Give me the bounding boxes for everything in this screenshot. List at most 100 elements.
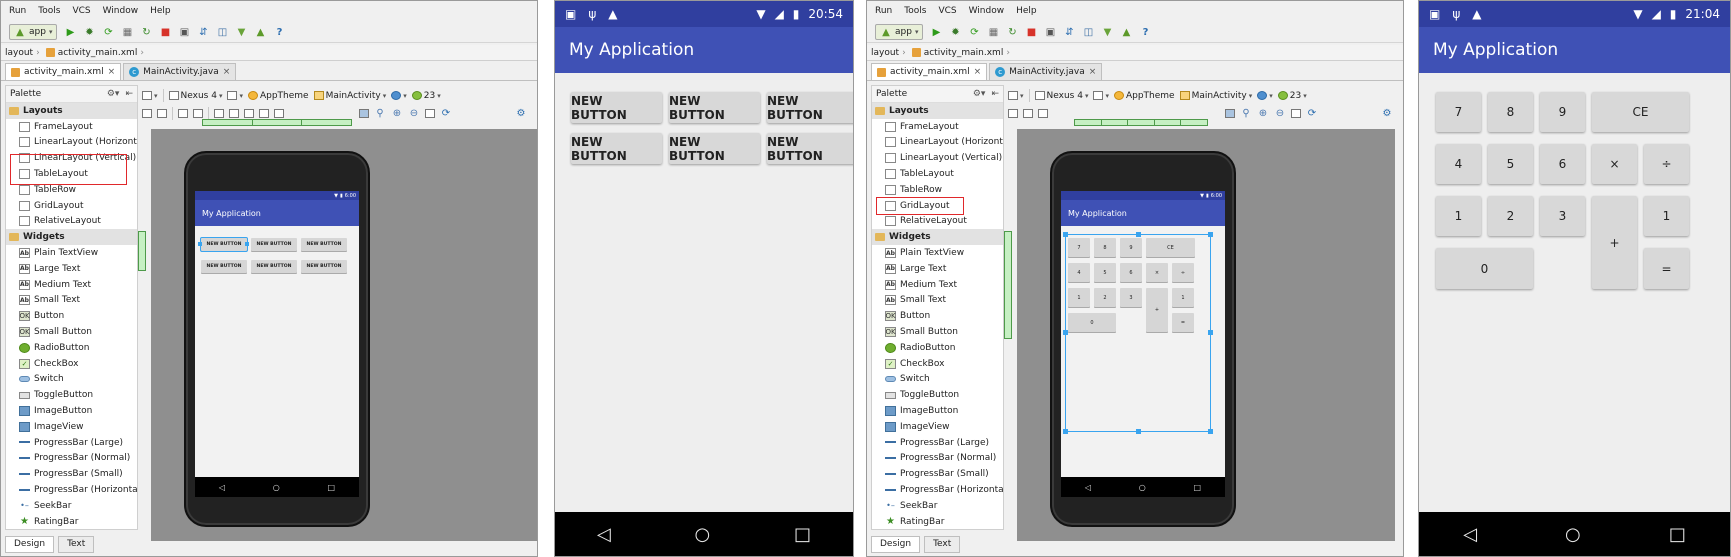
align-right-icon[interactable] (244, 109, 254, 118)
palette-group[interactable]: Layouts (872, 103, 1003, 119)
apply-changes-icon[interactable]: ↻ (1006, 26, 1018, 38)
select-icon[interactable] (359, 109, 369, 118)
back-icon[interactable]: ◁ (597, 524, 611, 545)
palette-item[interactable]: TableRow (872, 182, 1003, 198)
sync-icon[interactable]: ⇵ (197, 26, 209, 38)
selection-handle[interactable] (1063, 429, 1068, 434)
calc-key-1-right[interactable]: 1 (1644, 196, 1689, 236)
calc-key-2[interactable]: 2 (1488, 196, 1533, 236)
palette-item[interactable]: Ab Plain TextView (872, 245, 1003, 261)
menu-window[interactable]: Window (103, 6, 139, 16)
palette-item[interactable]: OK Small Button (872, 324, 1003, 340)
palette-item[interactable]: ★ RatingBar (872, 514, 1003, 529)
calc-key-plus[interactable]: + (1592, 196, 1637, 289)
actual-size-icon[interactable] (425, 109, 435, 118)
breadcrumb-file[interactable]: activity_main.xml › (45, 48, 144, 58)
menu-run[interactable]: Run (9, 6, 26, 16)
preview-button[interactable]: NEW BUTTON (200, 237, 248, 252)
sdk-manager-icon[interactable]: ▼ (235, 26, 247, 38)
gear-icon[interactable]: ⚙▾ (973, 89, 986, 99)
palette-item[interactable]: ImageView (6, 419, 137, 435)
run-icon[interactable]: ▶ (930, 26, 942, 38)
zoom-in-icon[interactable]: ⊕ (391, 108, 403, 120)
palette-item[interactable]: RadioButton (872, 340, 1003, 356)
palette-item[interactable]: OK Button (6, 308, 137, 324)
device-dropdown[interactable]: Nexus 4 ▾ (1034, 91, 1088, 101)
selection-handle[interactable] (1136, 232, 1141, 237)
tab-main-activity[interactable]: c MainActivity.java × (123, 63, 237, 80)
palette-item[interactable]: ProgressBar (Small) (872, 466, 1003, 482)
stop-icon[interactable]: ■ (159, 26, 171, 38)
palette-item[interactable]: LinearLayout (Horizontal) (6, 135, 137, 151)
preview-button[interactable]: NEW BUTTON (201, 260, 247, 273)
palette-item[interactable]: •– SeekBar (6, 498, 137, 514)
select-icon[interactable] (1225, 109, 1235, 118)
new-button[interactable]: NEW BUTTON (571, 92, 662, 123)
debug-icon[interactable]: ✹ (83, 26, 95, 38)
palette-item[interactable]: ProgressBar (Large) (872, 435, 1003, 451)
palette-item[interactable]: Ab Plain TextView (6, 245, 137, 261)
tab-activity-main[interactable]: activity_main.xml × (871, 63, 988, 80)
palette-item[interactable]: ProgressBar (Large) (6, 435, 137, 451)
run-icon[interactable]: ▶ (64, 26, 76, 38)
zoom-fit-icon[interactable]: ⚲ (374, 108, 386, 120)
selection-handle[interactable] (1208, 429, 1213, 434)
palette-item[interactable]: ✓ CheckBox (872, 356, 1003, 372)
gear-icon[interactable]: ⚙▾ (107, 89, 120, 99)
close-icon[interactable]: × (1089, 67, 1097, 77)
refresh-icon[interactable]: ⟳ (440, 108, 452, 120)
palette-item[interactable]: ImageButton (6, 403, 137, 419)
row-handle[interactable] (138, 231, 146, 271)
palette-item[interactable]: RelativeLayout (6, 214, 137, 230)
zoom-in-icon[interactable]: ⊕ (1257, 108, 1269, 120)
run-config-dropdown[interactable]: ▲ app ▾ (875, 24, 924, 40)
new-button[interactable]: NEW BUTTON (669, 92, 760, 123)
margins-icon[interactable] (1008, 109, 1018, 118)
project-structure-icon[interactable]: ▣ (1044, 26, 1056, 38)
api-dropdown[interactable]: 23 ▾ (1277, 91, 1307, 101)
home-icon[interactable]: ○ (695, 524, 711, 545)
home-icon[interactable]: ○ (1565, 524, 1581, 545)
design-canvas[interactable]: ▼ ▮ 6:00 My Application NEW BUTTON NEW BUT… (151, 129, 537, 541)
gravity-icon[interactable] (1038, 109, 1048, 118)
new-button[interactable]: NEW BUTTON (767, 92, 853, 123)
palette-item[interactable]: Ab Medium Text (872, 277, 1003, 293)
settings-gear-icon[interactable]: ⚙ (515, 107, 527, 119)
palette-item[interactable]: Switch (6, 372, 137, 388)
selection-handle[interactable] (1208, 330, 1213, 335)
recents-icon[interactable]: □ (1669, 524, 1686, 545)
palette-item[interactable]: ToggleButton (872, 387, 1003, 403)
calc-key-multiply[interactable]: × (1592, 144, 1637, 184)
calc-key-9[interactable]: 9 (1540, 92, 1585, 132)
selection-handle[interactable] (245, 242, 249, 246)
palette-group[interactable]: Widgets (872, 229, 1003, 246)
menu-run[interactable]: Run (875, 6, 892, 16)
design-canvas[interactable]: ▼ ▮ 6:00 My Application 7 8 9 CE 4 5 6 × ÷… (1017, 129, 1395, 541)
menu-vcs[interactable]: VCS (72, 6, 90, 16)
gridlayout-selection[interactable] (1065, 234, 1211, 432)
tab-activity-main[interactable]: activity_main.xml × (5, 63, 122, 80)
preview-button[interactable]: NEW BUTTON (251, 260, 297, 273)
palette-item[interactable]: ProgressBar (Normal) (6, 451, 137, 467)
device-dropdown[interactable]: Nexus 4 ▾ (168, 91, 222, 101)
palette-item[interactable]: RelativeLayout (872, 214, 1003, 230)
profile-icon[interactable]: ▦ (987, 26, 999, 38)
tab-design[interactable]: Design (5, 535, 55, 553)
sdk-manager-icon[interactable]: ▼ (1101, 26, 1113, 38)
palette-item[interactable]: Ab Medium Text (6, 277, 137, 293)
activity-dropdown[interactable]: MainActivity ▾ (1179, 91, 1252, 101)
selection-handle[interactable] (1063, 330, 1068, 335)
back-icon[interactable]: ◁ (1463, 524, 1477, 545)
preview-button[interactable]: NEW BUTTON (301, 238, 347, 251)
theme-dropdown[interactable]: AppTheme (1113, 91, 1175, 101)
palette-item[interactable]: ImageButton (872, 403, 1003, 419)
calc-key-7[interactable]: 7 (1436, 92, 1481, 132)
apply-changes-icon[interactable]: ↻ (140, 26, 152, 38)
menu-tools[interactable]: Tools (38, 6, 60, 16)
palette-item[interactable]: ✓ CheckBox (6, 356, 137, 372)
design-surface-dropdown[interactable]: ▾ (1008, 91, 1024, 100)
selection-handle[interactable] (1136, 429, 1141, 434)
tab-design[interactable]: Design (871, 535, 921, 553)
attach-debugger-icon[interactable]: ⟳ (102, 26, 114, 38)
android-monitor-icon[interactable]: ▲ (254, 26, 266, 38)
